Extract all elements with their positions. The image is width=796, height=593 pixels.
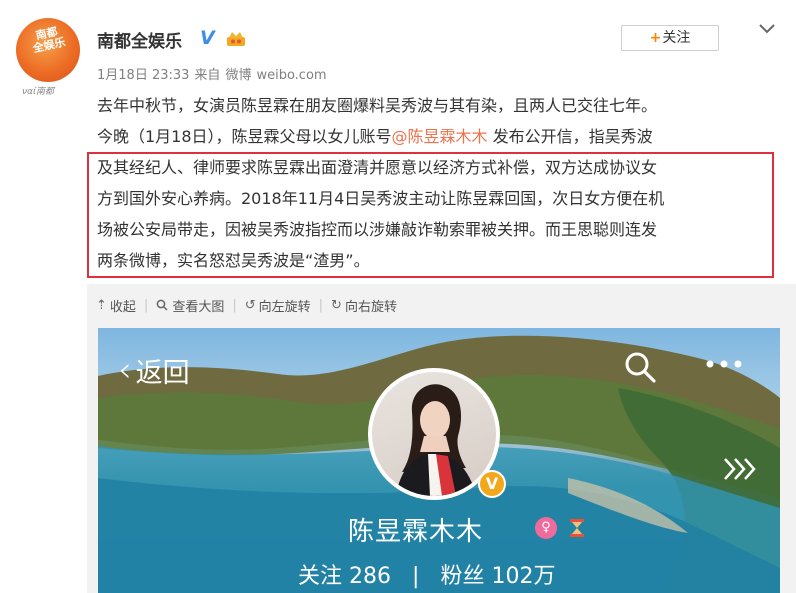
hourglass-icon (570, 519, 584, 537)
chevrons-right-icon[interactable] (722, 456, 758, 482)
profile-stats: 关注 286 | 粉丝 102万 (298, 558, 555, 590)
rotate-right-button[interactable]: ↻ 向右旋转 (331, 296, 397, 315)
rotate-left-button[interactable]: ↺ 向左旋转 (245, 296, 311, 315)
chevron-down-icon[interactable] (757, 22, 777, 36)
followers-label[interactable]: 粉丝 (440, 564, 484, 589)
highlight-box (87, 152, 774, 278)
view-large-label: 查看大图 (172, 299, 225, 315)
toolbar-divider: | (143, 297, 149, 313)
verified-icon: V (200, 27, 215, 49)
more-icon[interactable] (704, 358, 744, 370)
verified-icon: V (478, 470, 506, 498)
rotate-right-label: 向右旋转 (344, 299, 397, 315)
source-prefix: 来自 (194, 68, 221, 83)
profile-name: 陈昱霖木木 (348, 517, 484, 547)
view-large-button[interactable]: 查看大图 (156, 296, 224, 315)
rotate-right-icon: ↻ (331, 297, 342, 313)
portrait-image (396, 384, 476, 496)
collapse-label: 收起 (109, 299, 136, 315)
collapse-icon: ⇡ (96, 297, 107, 313)
post-line: 今晚（1月18日），陈昱霖父母以女儿账号@陈昱霖木木 发布公开信，指吴秀波 (97, 121, 777, 152)
follow-button[interactable]: +关注 (621, 25, 719, 51)
rotate-left-label: 向左旋转 (258, 299, 311, 315)
rotate-left-icon: ↺ (244, 297, 256, 313)
avatar-tag: ναί南都 (22, 87, 55, 97)
follow-label: 关注 (662, 30, 691, 46)
collapse-button[interactable]: ⇡ 收起 (96, 296, 136, 315)
back-arrow-icon: ‹ (118, 350, 132, 390)
following-label[interactable]: 关注 (298, 564, 342, 589)
member-badge-icon: ♀ (535, 517, 557, 539)
toolbar-divider: | (232, 297, 237, 313)
post-text-segment: 今晚（1月18日），陈昱霖父母以女儿账号 (97, 127, 392, 146)
post-line: 去年中秋节，女演员陈昱霖在朋友圈爆料吴秀波与其有染，且两人已交往七年。 (97, 96, 658, 115)
toolbar-divider: | (318, 297, 324, 313)
profile-screenshot[interactable]: ‹ 返回 V 陈昱霖木木 ♀ 关注 286 | 粉丝 102万 (98, 328, 780, 593)
magnifier-icon (156, 299, 168, 311)
following-count[interactable]: 286 (349, 564, 391, 589)
followers-count[interactable]: 102万 (491, 564, 555, 589)
crown-icon (227, 32, 245, 46)
back-button[interactable]: ‹ 返回 (118, 350, 190, 390)
account-name[interactable]: 南都全娱乐 (97, 27, 182, 52)
plus-icon: + (649, 30, 662, 46)
source-site[interactable]: weibo.com (256, 68, 326, 83)
avatar-logo-text: 南都 全娱乐 (31, 24, 67, 56)
mention-link[interactable]: @陈昱霖木木 (392, 127, 488, 146)
stats-divider: | (412, 564, 420, 589)
post-meta: 1月18日 23:33 来自 微博 weibo.com (97, 64, 332, 83)
back-label: 返回 (135, 357, 190, 389)
post-time[interactable]: 1月18日 23:33 (97, 68, 189, 83)
post-text-segment: 发布公开信，指吴秀波 (487, 127, 653, 146)
account-avatar[interactable]: 南都 全娱乐 (16, 18, 80, 82)
image-toolbar: ⇡ 收起 | 查看大图 | ↺ 向左旋转 | ↻ 向右旋转 (96, 294, 405, 316)
search-icon[interactable] (623, 350, 657, 384)
source-app: 微博 (225, 68, 252, 83)
